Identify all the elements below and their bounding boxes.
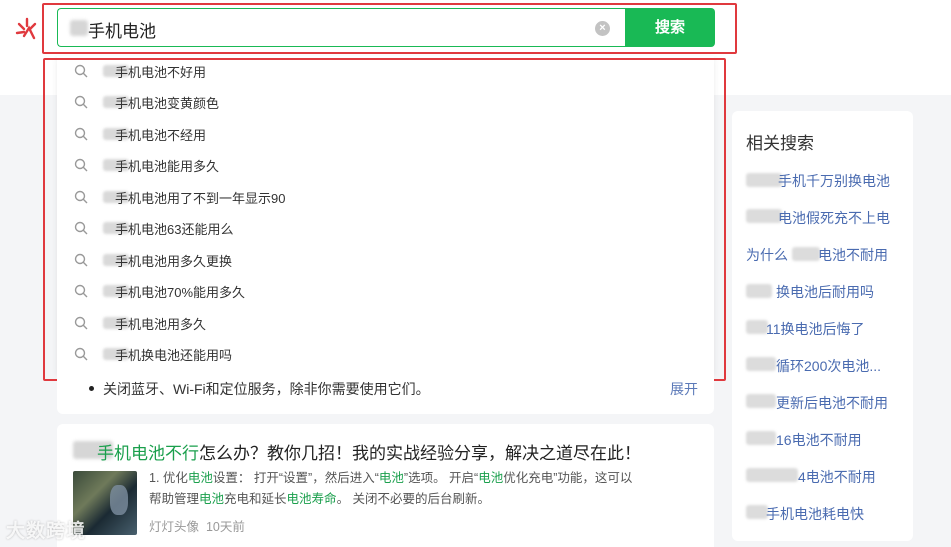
suggestion-item[interactable]: 手机电池能用多久: [57, 150, 714, 181]
suggestion-label: 手机电池用了不到一年显示90: [115, 191, 286, 206]
suggestion-item[interactable]: 手机电池用多久: [57, 308, 714, 339]
suggestion-label: 手机电池不经用: [115, 128, 207, 143]
search-icon: [74, 221, 88, 235]
suggestion-label: 手机电池用多久更换: [115, 254, 233, 269]
result-bullet-text: 关闭蓝牙、Wi-Fi和定位服务，除非你需要使用它们。: [103, 381, 430, 397]
result-meta: 灯灯头像 10天前: [149, 516, 245, 535]
search-icon: [74, 253, 88, 267]
suggestion-label: 手机换电池还能用吗: [115, 348, 233, 363]
snippet-keyword: 电池: [187, 471, 213, 485]
result-title-rest: 怎么办？教你几招！我的实战经验分享，解决之道尽在此！: [199, 444, 641, 463]
result-time: 10天前: [205, 520, 245, 534]
related-search-title: 相关搜索: [746, 134, 814, 153]
snippet-keyword: 电池: [199, 492, 225, 506]
redacted-text: [746, 394, 776, 408]
suggestion-label: 手机电池70%能用多久: [115, 285, 246, 300]
snippet-text: 。 关闭不必要的后台刷新。: [336, 492, 491, 506]
related-search-item[interactable]: 11换电池后悔了: [766, 319, 906, 339]
search-icon: [74, 158, 88, 172]
expand-link[interactable]: 展开: [670, 379, 698, 399]
clear-icon[interactable]: ×: [595, 21, 610, 36]
suggestion-item[interactable]: 手机电池63还能用么: [57, 213, 714, 244]
related-search-item[interactable]: 电池假死充不上电: [778, 208, 906, 228]
thumbnail-detail: [110, 485, 128, 515]
bullet: [89, 386, 94, 391]
suggestion-label: 手机电池不好用: [115, 65, 207, 80]
suggestion-item[interactable]: 手机电池70%能用多久: [57, 276, 714, 307]
suggestion-item[interactable]: 手机电池变黄颜色: [57, 87, 714, 118]
suggestion-item[interactable]: 手机电池不经用: [57, 119, 714, 150]
logo-icon[interactable]: [14, 16, 40, 42]
related-search-item[interactable]: 4电池不耐用: [798, 467, 908, 487]
redacted-text: [746, 173, 782, 187]
redacted-text: [746, 505, 768, 519]
redacted-text: [746, 431, 776, 445]
search-icon: [74, 284, 88, 298]
suggestion-item[interactable]: 手机电池用了不到一年显示90: [57, 182, 714, 213]
search-icon: [74, 347, 88, 361]
watermark-logo: 大数跨境: [6, 521, 87, 542]
search-icon: [74, 95, 88, 109]
related-search-item[interactable]: 更新后电池不耐用: [776, 393, 906, 413]
redacted-text: [746, 209, 782, 223]
search-input[interactable]: 手机电池 ×: [57, 8, 625, 47]
result-card: 手机电池不行怎么办？教你几招！我的实战经验分享，解决之道尽在此！ 1. 优化电池…: [57, 424, 714, 547]
snippet-text: 1. 优化: [149, 471, 188, 485]
related-search-panel: 相关搜索 手机千万别换电池 电池假死充不上电 为什么 电池不耐用 换电池后耐用吗…: [732, 111, 913, 541]
redacted-text: [746, 284, 772, 298]
result-card: 关闭蓝牙、Wi-Fi和定位服务，除非你需要使用它们。 展开: [57, 374, 714, 414]
related-search-item[interactable]: 循环200次电池...: [776, 356, 906, 376]
snippet-text: 设置： 打开“设置”，然后进入“: [212, 471, 379, 485]
related-search-item[interactable]: 手机千万别换电池: [778, 171, 906, 191]
suggestion-item[interactable]: 手机电池用多久更换: [57, 245, 714, 276]
snippet-text: ”选项。 开启“: [403, 471, 479, 485]
result-title-highlight: 手机电池不行: [97, 444, 199, 463]
search-button[interactable]: 搜索: [625, 8, 715, 47]
result-title[interactable]: 手机电池不行怎么办？教你几招！我的实战经验分享，解决之道尽在此！: [97, 439, 641, 464]
snippet-keyword: 电池寿命: [286, 492, 337, 506]
redacted-text: [746, 320, 768, 334]
related-search-item[interactable]: 16电池不耐用: [776, 430, 906, 450]
snippet-text: 优化充电”功能，这可以: [503, 471, 633, 485]
suggestion-label: 手机电池63还能用么: [115, 222, 234, 237]
redacted-text: [70, 20, 88, 36]
suggestion-label: 手机电池用多久: [115, 317, 207, 332]
result-author[interactable]: 灯灯头像: [149, 520, 199, 534]
snippet-text: 充电和延长: [224, 492, 287, 506]
suggestion-item[interactable]: 手机电池不好用: [57, 56, 714, 87]
related-search-item-tail[interactable]: 电池不耐用: [818, 245, 908, 265]
search-icon: [74, 190, 88, 204]
suggestion-item[interactable]: 手机换电池还能用吗: [57, 339, 714, 370]
redacted-text: [792, 247, 820, 261]
suggestion-label: 手机电池变黄颜色: [115, 96, 220, 111]
search-icon: [74, 64, 88, 78]
related-search-item[interactable]: 换电池后耐用吗: [776, 282, 906, 302]
search-icon: [74, 127, 88, 141]
snippet-keyword: 电池: [378, 471, 404, 485]
snippet-keyword: 电池: [478, 471, 504, 485]
related-search-item[interactable]: 手机电池耗电快: [766, 504, 906, 524]
search-query: 手机电池: [88, 22, 156, 41]
search-icon: [74, 316, 88, 330]
snippet-text: 帮助管理: [149, 492, 200, 506]
result-snippet: 1. 优化电池设置： 打开“设置”，然后进入“电池”选项。 开启“电池优化充电”…: [149, 468, 699, 510]
suggestion-dropdown: 手机电池不好用 手机电池变黄颜色 手机电池不经用 手机电池能用多久 手机电池用了…: [57, 56, 714, 374]
redacted-text: [746, 468, 798, 482]
redacted-text: [746, 357, 776, 371]
suggestion-label: 手机电池能用多久: [115, 159, 220, 174]
